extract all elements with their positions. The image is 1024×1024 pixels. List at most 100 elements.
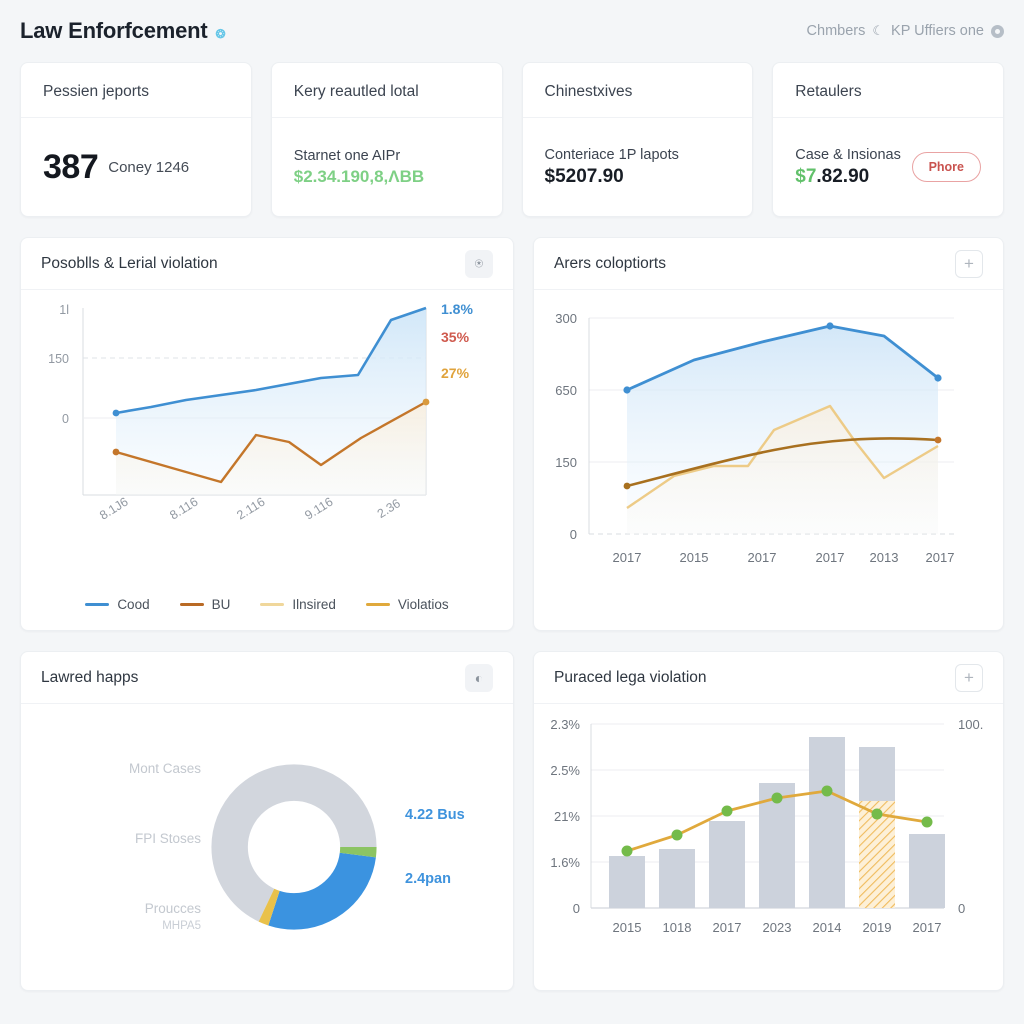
kpi-caption: Conteriace 1P lapots [544, 146, 679, 163]
area-ytick-2: 0 [62, 412, 69, 426]
donut-right-labels: 4.22 Bus 2.4pan [379, 807, 485, 887]
panel-title: Posoblls & Lerial violation [41, 254, 218, 272]
donut-chart-body: Mont Cases FPI Stoses Proucces MHPA5 4.2… [21, 704, 513, 990]
kpi-amount-rest: .82.90 [816, 165, 870, 187]
bar[interactable] [659, 849, 695, 908]
line-ytick-1: 650 [555, 383, 577, 398]
header-account-label: Chmbers [806, 23, 866, 39]
top-header: Law Enforfcement ❂ Chmbers ☾ KP Uffiers … [20, 0, 1004, 62]
refresh-icon[interactable]: ◐ [465, 663, 493, 692]
legend-swatch-icon [85, 603, 110, 606]
area-xtick-4: 2.36 [375, 496, 403, 521]
dashboard-root: Law Enforfcement ❂ Chmbers ☾ KP Uffiers … [0, 0, 1024, 1024]
brand: Law Enforfcement ❂ [20, 18, 226, 44]
panel-header: Lawred happs ◐ [21, 652, 513, 704]
donut-value: 2.4pan [405, 871, 451, 887]
line-xtick-3: 2017 [816, 550, 845, 565]
bar-chart-svg: 2.3% 2.5% 21% 1.6% 0 100. 0 2015 1018 20… [550, 717, 983, 935]
area-xtick-0: 8.1J6 [97, 495, 130, 523]
donut-left-labels: Mont Cases FPI Stoses Proucces MHPA5 [49, 760, 209, 934]
area-endlabel-0: 1.8% [441, 301, 473, 317]
kpi-card-retailers[interactable]: Retaulers Case & Insionas $7.82.90 Phore [772, 62, 1004, 217]
kpi-title: Chinestxives [522, 63, 753, 118]
area-ytick-1: 150 [48, 352, 69, 366]
line-marker[interactable] [721, 805, 733, 817]
kpi-subvalue: Coney 1246 [108, 158, 190, 176]
kpi-amount: $5207.90 [544, 165, 624, 187]
legend-swatch-icon [260, 603, 285, 606]
bar-ytick-left-0: 2.3% [550, 717, 580, 732]
bar[interactable] [909, 834, 945, 908]
kpi-body: 387 Coney 1246 [21, 118, 251, 216]
kpi-amount: $7.82.90 [795, 166, 901, 188]
donut-label: Proucces MHPA5 [145, 900, 201, 934]
download-icon[interactable]: ⍟ [465, 249, 493, 278]
bar-ytick-left-3: 1.6% [550, 855, 580, 870]
moon-icon[interactable]: ☾ [872, 23, 884, 39]
donut-value: 4.22 Bus [405, 807, 465, 823]
line-xtick-1: 2015 [680, 550, 709, 565]
bar[interactable] [709, 821, 745, 908]
panel-donut-chart: Lawred happs ◐ Mont Cases FPI Stoses Pro… [20, 651, 514, 991]
kpi-caption: Case & Insionas [795, 146, 901, 163]
panel-header: Arers coloptiorts + [534, 238, 1003, 290]
kpi-body: Conteriace 1P lapots $5207.90 [523, 118, 753, 216]
header-user-label: KP Uffiers one [891, 23, 984, 39]
panel-header: Puraced lega violation + [534, 652, 1003, 704]
kpi-card-incentives[interactable]: Chinestxives Conteriace 1P lapots $5207.… [521, 62, 754, 217]
avatar-icon[interactable] [991, 24, 1004, 38]
line-chart-body: 300 650 150 0 2017 2015 2017 2017 2013 2… [534, 290, 1003, 630]
line-xtick-0: 2017 [613, 550, 642, 565]
kpi-amount: $2.34.190,8,ΛBB [293, 166, 425, 186]
donut-label-sub: MHPA5 [162, 919, 201, 932]
kpi-value: 387 [43, 147, 99, 186]
status-badge[interactable]: Phore [911, 152, 981, 182]
panel-bar-chart: Puraced lega violation + 2.3% 2.5% 21% 1… [533, 651, 1004, 991]
legend-item[interactable]: Cood [85, 597, 150, 612]
plus-icon[interactable]: + [955, 249, 983, 278]
panel-title: Puraced lega violation [554, 668, 707, 686]
legend-item[interactable]: Violatios [365, 597, 449, 612]
legend-label: Violatios [397, 597, 449, 612]
bar-xtick-6: 2017 [913, 920, 942, 935]
line-marker[interactable] [921, 816, 933, 828]
bar[interactable] [609, 856, 645, 908]
line-marker[interactable] [671, 829, 683, 841]
kpi-title: Retaulers [773, 63, 1003, 118]
legend-label: Cood [117, 597, 150, 612]
panel-title: Arers coloptiorts [554, 254, 666, 272]
line-marker[interactable] [821, 785, 833, 797]
charts-row-1: Posoblls & Lerial violation ⍟ 1l 150 0 1… [20, 237, 1004, 631]
bar-ytick-right-0: 100. [958, 717, 983, 732]
panel-area-chart: Posoblls & Lerial violation ⍟ 1l 150 0 1… [20, 237, 514, 631]
legend-label: BU [211, 597, 231, 612]
kpi-row: Pessien jeports 387 Coney 1246 Kery reau… [20, 62, 1004, 217]
bar[interactable] [809, 737, 845, 908]
plus-icon[interactable]: + [955, 663, 983, 692]
line-ytick-3: 0 [570, 527, 577, 542]
area-ytick-0: 1l [59, 303, 69, 317]
line-marker[interactable] [621, 845, 633, 857]
area-endlabel-1: 35% [441, 329, 470, 345]
line-ytick-0: 300 [555, 311, 577, 326]
donut-chart-svg [211, 764, 377, 930]
bar-ytick-left-4: 0 [573, 901, 580, 916]
bar-xtick-0: 2015 [613, 920, 642, 935]
line-marker[interactable] [871, 808, 883, 820]
kpi-card-total[interactable]: Kery reautled lotal Starnet one AIPr $2.… [270, 62, 503, 217]
area-xtick-1: 8.116 [167, 495, 200, 523]
panel-title: Lawred happs [41, 668, 139, 686]
area-chart-svg: 1l 150 0 1.8% 35% 27% 8.1J6 8.116 2.116 … [48, 301, 473, 523]
donut-label: Mont Cases [128, 760, 201, 776]
charts-row-2: Lawred happs ◐ Mont Cases FPI Stoses Pro… [20, 651, 1004, 991]
legend-item[interactable]: BU [179, 597, 231, 612]
header-right[interactable]: Chmbers ☾ KP Uffiers one [807, 23, 1004, 39]
donut-label: FPI Stoses [134, 831, 201, 847]
legend-swatch-icon [365, 603, 390, 606]
line-xtick-2: 2017 [748, 550, 777, 565]
legend-item[interactable]: Ilnsired [260, 597, 336, 612]
kpi-card-reports[interactable]: Pessien jeports 387 Coney 1246 [20, 62, 252, 217]
line-marker[interactable] [771, 792, 783, 804]
legend-label: Ilnsired [292, 597, 336, 612]
kpi-amount-prefix: $7 [795, 165, 817, 187]
